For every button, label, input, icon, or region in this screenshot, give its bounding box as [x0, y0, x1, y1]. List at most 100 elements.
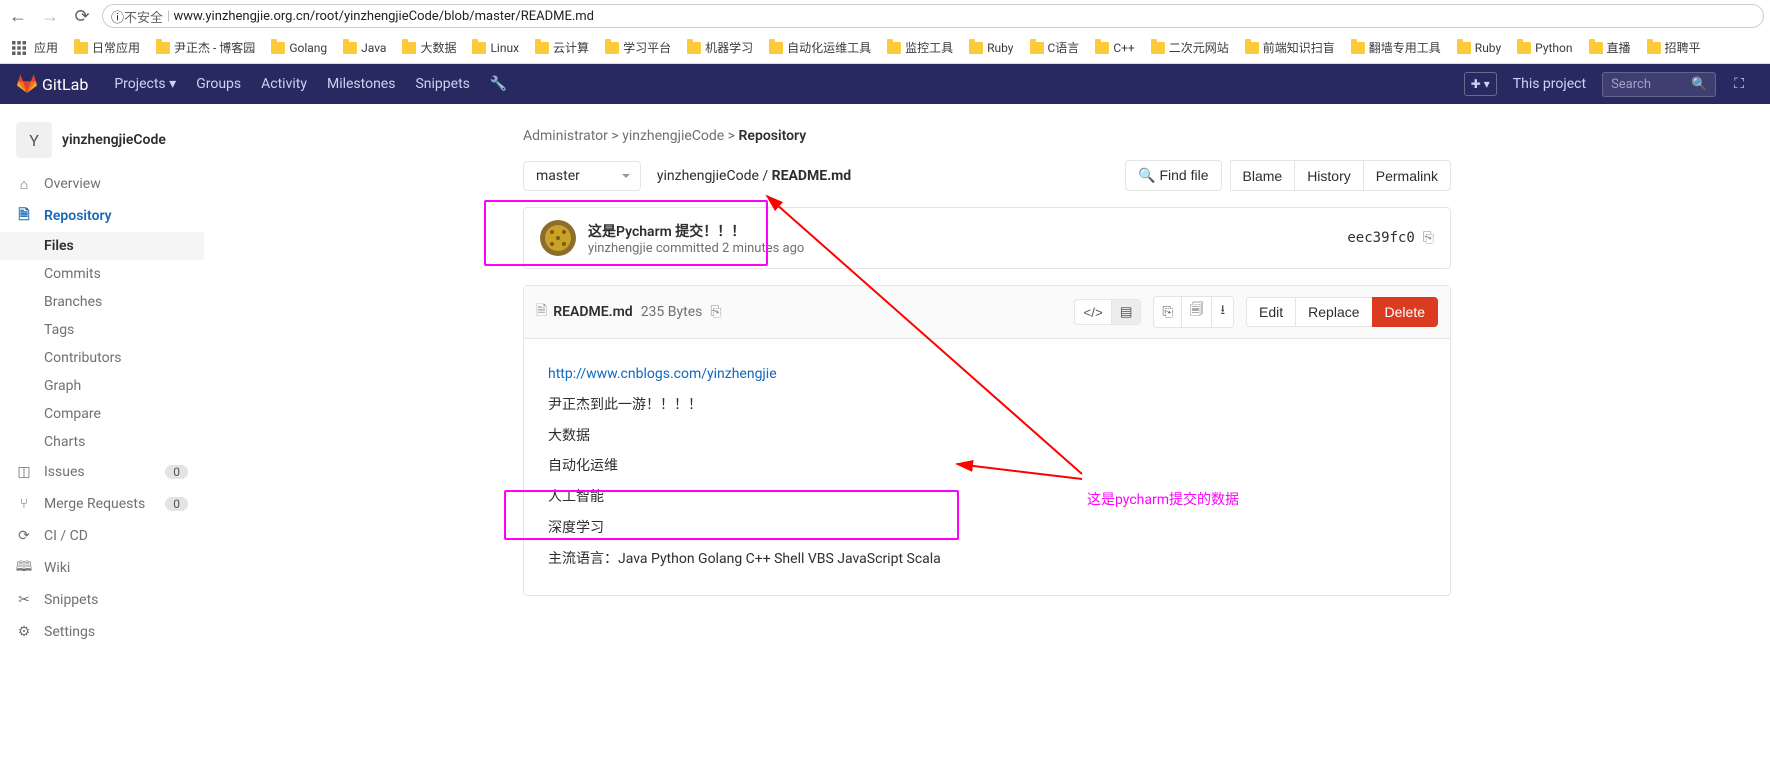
sidebar-charts[interactable]: Charts — [0, 428, 204, 456]
insecure-icon: ⓘ — [111, 7, 124, 26]
wrench-icon[interactable]: 🔧 — [480, 76, 517, 92]
gitlab-logo[interactable]: GitLab — [16, 74, 88, 94]
url-text: www.yinzhengjie.org.cn/root/yinzhengjieC… — [173, 9, 594, 24]
apps-button[interactable]: 应用 — [6, 39, 64, 56]
delete-button[interactable]: Delete — [1372, 297, 1438, 327]
replace-button[interactable]: Replace — [1295, 297, 1371, 327]
folder-icon — [1151, 42, 1165, 54]
bookmark-item[interactable]: 学习平台 — [599, 39, 677, 56]
bookmark-item[interactable]: C语言 — [1024, 39, 1086, 56]
sidebar-commits[interactable]: Commits — [0, 260, 204, 288]
bookmark-item[interactable]: Python — [1511, 41, 1578, 55]
folder-icon — [687, 42, 701, 54]
folder-icon — [156, 42, 170, 54]
project-header[interactable]: Y yinzhengjieCode — [0, 112, 204, 168]
bookmark-item[interactable]: Ruby — [963, 41, 1019, 55]
content-line: 自动化运维 — [548, 451, 1426, 482]
sidebar-cicd[interactable]: ⟳CI / CD — [0, 520, 204, 552]
sidebar-tags[interactable]: Tags — [0, 316, 204, 344]
bookmark-item[interactable]: 大数据 — [396, 39, 462, 56]
browser-toolbar: ← → ⟳ ⓘ 不安全 | www.yinzhengjie.org.cn/roo… — [0, 0, 1770, 32]
sidebar-repository[interactable]: 🗎Repository — [0, 200, 204, 232]
scissors-icon: ✂ — [16, 592, 32, 608]
history-button[interactable]: History — [1294, 160, 1363, 191]
project-scope[interactable]: This project — [1505, 72, 1594, 96]
copy-icon[interactable]: ⎘ — [1423, 230, 1434, 246]
breadcrumb-project[interactable]: yinzhengjieCode — [622, 128, 724, 144]
commit-sha[interactable]: eec39fc0 — [1347, 230, 1414, 246]
bookmark-item[interactable]: Golang — [265, 41, 333, 55]
bookmark-item[interactable]: 二次元网站 — [1145, 39, 1235, 56]
bookmark-item[interactable]: 监控工具 — [881, 39, 959, 56]
sidebar-settings[interactable]: ⚙Settings — [0, 616, 204, 648]
sidebar-branches[interactable]: Branches — [0, 288, 204, 316]
find-file-button[interactable]: 🔍 Find file — [1125, 160, 1221, 191]
forward-icon[interactable]: → — [38, 6, 62, 27]
project-name: yinzhengjieCode — [62, 132, 166, 148]
bookmark-item[interactable]: Linux — [466, 41, 525, 55]
merge-count: 0 — [165, 497, 188, 511]
copy-content-button[interactable]: ⎘ — [1153, 296, 1181, 328]
chevron-down-icon: ▾ — [169, 76, 176, 92]
search-icon: 🔍 — [1138, 167, 1155, 183]
folder-icon — [1095, 42, 1109, 54]
bookmark-item[interactable]: 直播 — [1583, 39, 1637, 56]
bookmark-item[interactable]: 云计算 — [529, 39, 595, 56]
folder-icon — [472, 42, 486, 54]
path-file: README.md — [772, 168, 852, 184]
bookmark-item[interactable]: 招聘平 — [1641, 39, 1707, 56]
bookmark-item[interactable]: Ruby — [1451, 41, 1507, 55]
sidebar: Y yinzhengjieCode ⌂Overview 🗎Repository … — [0, 104, 204, 648]
download-button[interactable]: ⭳ — [1211, 296, 1234, 328]
nav-snippets[interactable]: Snippets — [405, 76, 479, 92]
edit-button[interactable]: Edit — [1246, 297, 1295, 327]
back-icon[interactable]: ← — [6, 6, 30, 27]
nav-projects[interactable]: Projects ▾ — [104, 76, 186, 92]
branch-select[interactable]: master — [523, 161, 641, 191]
new-dropdown[interactable]: ✚ ▾ — [1464, 72, 1497, 96]
gitlab-nav: GitLab Projects ▾ Groups Activity Milest… — [0, 64, 1770, 104]
commit-title[interactable]: 这是Pycharm 提交！！！ — [588, 221, 804, 241]
issues-icon: ◫ — [16, 464, 32, 480]
sidebar-compare[interactable]: Compare — [0, 400, 204, 428]
nav-groups[interactable]: Groups — [186, 76, 251, 92]
path-project[interactable]: yinzhengjieCode — [657, 168, 759, 184]
folder-icon — [1647, 42, 1661, 54]
sidebar-merge[interactable]: ⑂Merge Requests0 — [0, 488, 204, 520]
rocket-icon: ⟳ — [16, 528, 32, 544]
source-view-button[interactable]: </> — [1074, 299, 1110, 325]
sidebar-snippets[interactable]: ✂Snippets — [0, 584, 204, 616]
raw-button[interactable]: 🗐 — [1181, 296, 1211, 328]
nav-activity[interactable]: Activity — [251, 76, 317, 92]
bookmark-item[interactable]: 尹正杰 - 博客园 — [150, 39, 261, 56]
content-link[interactable]: http://www.cnblogs.com/yinzhengjie — [548, 366, 777, 382]
reload-icon[interactable]: ⟳ — [70, 6, 94, 27]
folder-icon — [535, 42, 549, 54]
sidebar-files[interactable]: Files — [0, 232, 204, 260]
search-input[interactable]: Search 🔍 — [1602, 72, 1716, 97]
breadcrumb-owner[interactable]: Administrator — [523, 128, 608, 144]
sidebar-wiki[interactable]: 🕮Wiki — [0, 552, 204, 584]
sidebar-contributors[interactable]: Contributors — [0, 344, 204, 372]
expand-icon[interactable]: ⛶ — [1724, 76, 1754, 92]
rendered-view-button[interactable]: ▤ — [1111, 299, 1142, 325]
sidebar-overview[interactable]: ⌂Overview — [0, 168, 204, 200]
bookmark-item[interactable]: Java — [337, 41, 392, 55]
bookmark-item[interactable]: 日常应用 — [68, 39, 146, 56]
folder-icon — [769, 42, 783, 54]
url-bar[interactable]: ⓘ 不安全 | www.yinzhengjie.org.cn/root/yinz… — [102, 4, 1764, 28]
nav-milestones[interactable]: Milestones — [317, 76, 406, 92]
copy-path-icon[interactable]: ⎘ — [710, 304, 721, 320]
bookmark-item[interactable]: 前端知识扫盲 — [1239, 39, 1341, 56]
bookmark-item[interactable]: 翻墙专用工具 — [1345, 39, 1447, 56]
permalink-button[interactable]: Permalink — [1363, 160, 1451, 191]
bookmark-item[interactable]: C++ — [1089, 41, 1140, 55]
blame-button[interactable]: Blame — [1230, 160, 1295, 191]
sidebar-issues[interactable]: ◫Issues0 — [0, 456, 204, 488]
bookmark-item[interactable]: 自动化运维工具 — [763, 39, 877, 56]
gear-icon: ⚙ — [16, 624, 32, 640]
folder-icon — [271, 42, 285, 54]
file-path: yinzhengjieCode / README.md — [657, 168, 851, 184]
bookmark-item[interactable]: 机器学习 — [681, 39, 759, 56]
sidebar-graph[interactable]: Graph — [0, 372, 204, 400]
